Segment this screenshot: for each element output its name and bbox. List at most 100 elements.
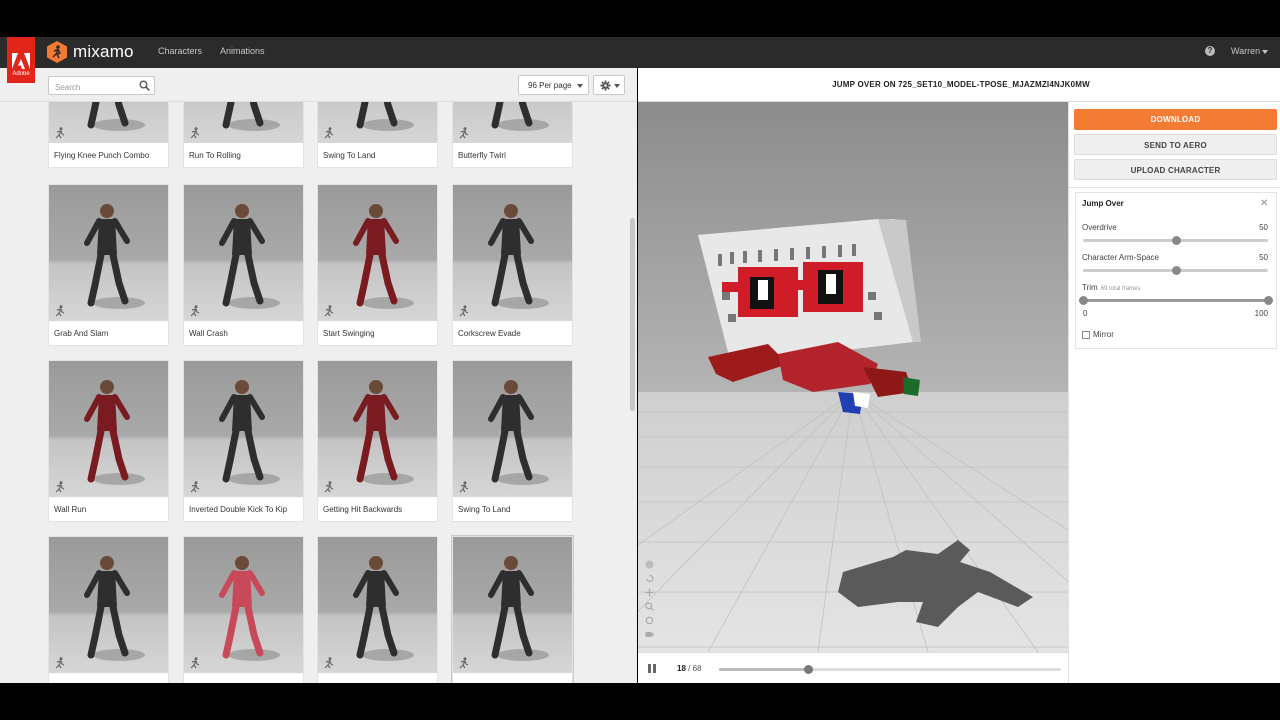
animation-card[interactable]: Corkscrew Evade [452,184,573,346]
animation-name: Swing To Land [323,151,376,160]
animation-name: Start Swinging [323,329,375,338]
animation-card[interactable]: Swing To Land [452,360,573,522]
trim-max: 100 [1254,309,1268,318]
nav-characters[interactable]: Characters [158,46,202,56]
animation-thumbnail [184,361,303,497]
timeline-slider[interactable] [719,665,1061,674]
animation-thumbnail [453,537,572,673]
mixamo-hex-icon [47,41,67,63]
animation-thumbnail [184,537,303,673]
trim-start-handle[interactable] [1079,296,1088,305]
character-figure [84,204,145,309]
upload-character-button[interactable]: UPLOAD CHARACTER [1074,159,1277,180]
arm-space-label: Character Arm-Space [1082,253,1159,262]
trim-label: Trim 69 total frames [1082,283,1140,292]
animation-name: Run To Rolling [189,151,241,160]
mirror-toggle[interactable]: Mirror [1082,330,1114,339]
timeline-progress [719,668,808,671]
rotate-icon[interactable] [645,612,654,625]
viewer-title: JUMP OVER ON 725_SET10_MODEL-TPOSE_MJAZM… [832,80,1090,89]
zoom-icon[interactable] [645,598,654,611]
mirror-checkbox[interactable] [1082,330,1090,339]
animation-thumbnail [49,361,168,497]
chevron-down-icon [614,84,620,88]
face-icon[interactable] [645,556,654,569]
overdrive-handle[interactable] [1171,236,1181,245]
right-panel [1068,102,1280,683]
character-figure [488,204,549,309]
animation-card[interactable]: Getting Hit Backwards [317,360,438,522]
running-man-icon [458,657,469,669]
animation-name: Flying Knee Punch Combo [54,151,150,160]
search-icon[interactable] [139,80,150,91]
help-icon[interactable]: ? [1205,46,1215,56]
animation-name: Getting Hit Backwards [323,505,403,514]
mixamo-logo[interactable]: mixamo [47,41,134,63]
animation-thumbnail [318,185,437,321]
animation-name: Corkscrew Evade [458,329,521,338]
animation-name: Inverted Double Kick To Kip [189,505,288,514]
camera-icon[interactable] [645,626,654,637]
animation-card[interactable] [183,536,304,683]
letterbox-bottom [0,683,1280,720]
animation-card[interactable]: Wall Crash [183,184,304,346]
animation-card[interactable]: Start Swinging [317,184,438,346]
animation-card[interactable]: Grab And Slam [48,184,169,346]
pause-icon[interactable] [648,664,656,673]
character-figure [353,380,414,485]
character-figure [219,204,280,309]
grid-scrollbar[interactable] [630,218,635,411]
animation-name: Swing To Land [458,505,511,514]
character-figure [353,204,414,309]
character-figure [219,556,280,661]
search-input[interactable] [49,79,134,96]
chevron-down-icon [1262,49,1269,54]
browser-toolbar: 96 Per page [0,68,637,102]
nav-animations[interactable]: Animations [220,46,265,56]
3d-viewport[interactable] [638,102,1068,652]
chevron-down-icon [577,84,583,88]
search-box[interactable] [48,76,155,96]
running-man-icon [458,481,469,493]
animation-card[interactable] [48,536,169,683]
animation-thumbnail [318,361,437,497]
adobe-logo[interactable]: Adobe [7,37,35,83]
running-man-icon [54,127,65,139]
arm-space-handle[interactable] [1171,266,1181,275]
character-figure [488,556,549,661]
divider [1069,187,1280,188]
send-to-aero-button[interactable]: SEND TO AERO [1074,134,1277,155]
animation-card[interactable] [317,536,438,683]
trim-slider[interactable] [1079,296,1273,305]
animation-card[interactable]: Wall Run [48,360,169,522]
animation-card[interactable]: Inverted Double Kick To Kip [183,360,304,522]
overdrive-slider[interactable] [1083,236,1268,245]
close-icon[interactable]: ✕ [1260,198,1268,209]
adobe-label: Adobe [12,71,30,77]
timeline-handle[interactable] [803,665,813,674]
running-man-icon [189,305,200,317]
user-menu[interactable]: Warren [1231,46,1269,56]
reset-icon[interactable] [645,570,654,582]
running-man-icon [458,305,469,317]
running-man-icon [323,305,334,317]
animation-thumbnail [453,185,572,321]
trim-end-handle[interactable] [1264,296,1273,305]
frame-counter: 18 / 68 [677,664,701,673]
brand-name: mixamo [73,42,134,61]
arm-space-slider[interactable] [1083,266,1268,275]
settings-dropdown-button[interactable] [593,75,625,95]
settings-title: Jump Over [1082,199,1124,208]
per-page-select[interactable]: 96 Per page [518,75,589,95]
animation-browser: Flying Knee Punch Combo Run To Rolling Swi… [0,68,637,683]
download-button[interactable]: DOWNLOAD [1074,109,1277,130]
overdrive-value: 50 [1259,223,1268,232]
trim-title: Trim [1082,283,1098,292]
pan-icon[interactable] [645,584,654,597]
character-figure [488,380,549,485]
overdrive-label: Overdrive [1082,223,1117,232]
animation-thumbnail [49,185,168,321]
adobe-icon [12,53,30,69]
animation-card[interactable] [452,536,573,683]
total-frames: 68 [692,664,702,673]
